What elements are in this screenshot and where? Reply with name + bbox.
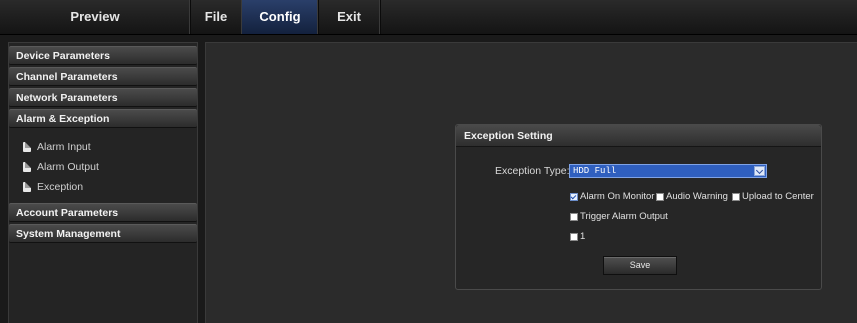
sidebar: Device Parameters Channel Parameters Net… xyxy=(8,42,198,323)
panel-title: Exception Setting xyxy=(456,125,821,147)
document-icon xyxy=(23,162,31,172)
audio-warning-label: Audio Warning xyxy=(666,191,728,202)
upload-to-center-label: Upload to Center xyxy=(742,191,814,202)
trigger-alarm-output-label: Trigger Alarm Output xyxy=(580,211,668,222)
chevron-down-icon xyxy=(755,166,764,175)
nav-preview[interactable]: Preview xyxy=(0,0,191,34)
output-1-checkbox[interactable] xyxy=(570,233,578,241)
sidebar-item-alarm-exception[interactable]: Alarm & Exception xyxy=(9,109,197,128)
exception-setting-panel: Exception Setting Exception Type: HDD Fu… xyxy=(455,124,822,290)
sidebar-subitem-alarm-input[interactable]: Alarm Input xyxy=(23,140,91,154)
check-icon xyxy=(570,193,577,200)
exception-type-select[interactable]: HDD Full xyxy=(569,164,767,178)
alarm-on-monitor-label: Alarm On Monitor xyxy=(580,191,655,202)
save-button[interactable]: Save xyxy=(603,256,677,275)
alarm-on-monitor-checkbox[interactable] xyxy=(570,193,578,201)
document-icon xyxy=(23,182,31,192)
nav-file[interactable]: File xyxy=(190,0,243,34)
audio-warning-checkbox[interactable] xyxy=(656,193,664,201)
document-icon xyxy=(23,142,31,152)
sidebar-item-account-parameters[interactable]: Account Parameters xyxy=(9,203,197,222)
nav-exit[interactable]: Exit xyxy=(318,0,381,34)
top-nav: Preview File Config Exit xyxy=(0,0,857,35)
sidebar-item-system-management[interactable]: System Management xyxy=(9,224,197,243)
sidebar-item-channel-parameters[interactable]: Channel Parameters xyxy=(9,67,197,86)
sidebar-item-network-parameters[interactable]: Network Parameters xyxy=(9,88,197,107)
dropdown-button[interactable] xyxy=(754,166,765,176)
nav-config[interactable]: Config xyxy=(242,0,319,34)
upload-to-center-checkbox[interactable] xyxy=(732,193,740,201)
exception-type-label: Exception Type: xyxy=(495,165,570,177)
sidebar-item-device-parameters[interactable]: Device Parameters xyxy=(9,46,197,65)
trigger-alarm-output-checkbox[interactable] xyxy=(570,213,578,221)
exception-type-value: HDD Full xyxy=(573,166,617,176)
sidebar-subitem-label: Alarm Output xyxy=(37,161,99,173)
sidebar-subitem-exception[interactable]: Exception xyxy=(23,180,84,194)
output-1-label: 1 xyxy=(580,231,586,242)
sidebar-subitem-label: Alarm Input xyxy=(37,141,91,153)
sidebar-subitem-alarm-output[interactable]: Alarm Output xyxy=(23,160,99,174)
sidebar-subitem-label: Exception xyxy=(37,181,84,193)
